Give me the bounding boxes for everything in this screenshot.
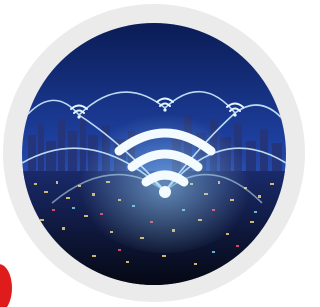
city-wifi-photo xyxy=(22,23,286,285)
page xyxy=(0,0,309,307)
city-wifi-illustration xyxy=(22,23,286,285)
red-corner-badge xyxy=(0,264,12,307)
